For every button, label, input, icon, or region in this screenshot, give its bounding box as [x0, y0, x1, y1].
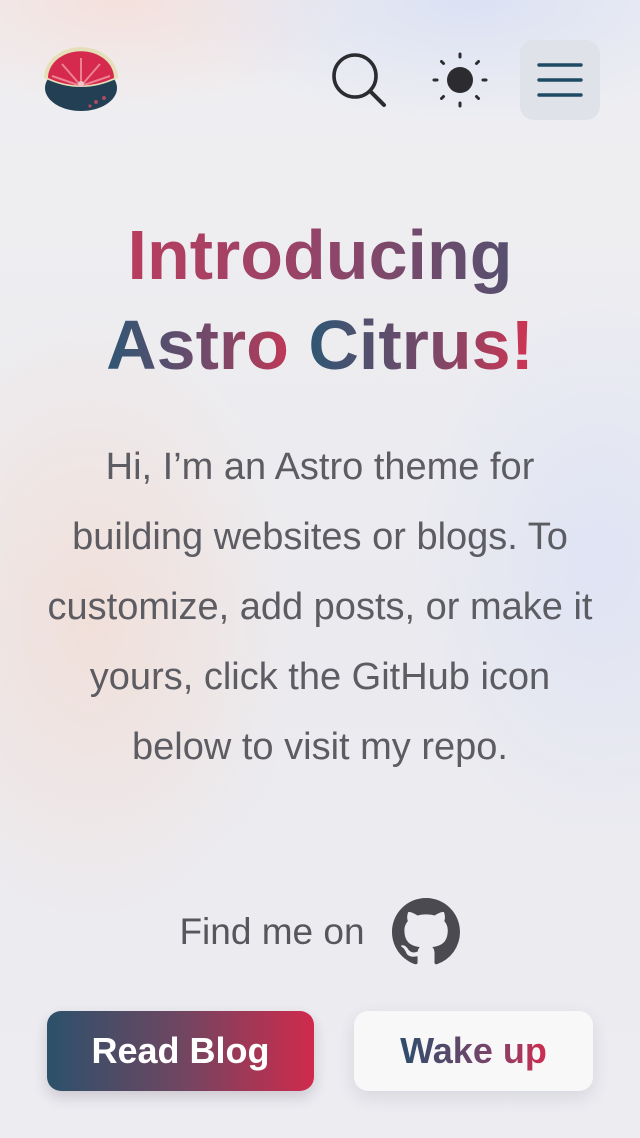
hero-title-part-2: Citrus! — [308, 306, 534, 384]
menu-button[interactable] — [520, 40, 600, 120]
github-link[interactable] — [391, 897, 461, 967]
hamburger-menu-icon — [537, 63, 583, 97]
sun-icon — [432, 52, 488, 108]
read-blog-label: Read Blog — [91, 1030, 270, 1071]
social-row: Find me on — [0, 896, 640, 968]
hero-title-line-2: Astro Citrus! — [0, 300, 640, 390]
site-logo[interactable] — [40, 44, 124, 116]
read-blog-button[interactable]: Read Blog — [47, 1011, 314, 1091]
find-me-label: Find me on — [179, 911, 365, 952]
search-button[interactable] — [328, 50, 390, 110]
theme-toggle-button[interactable] — [430, 50, 490, 110]
hero-intro-text: Hi, I’m an Astro theme for building webs… — [47, 446, 593, 768]
hero-title-line-1: Introducing — [0, 210, 640, 300]
hero-title: Introducing Astro Citrus! — [0, 210, 640, 390]
search-icon — [332, 53, 386, 107]
wake-up-button[interactable]: Wake up — [354, 1011, 593, 1091]
wake-up-label: Wake up — [400, 1030, 547, 1071]
grapefruit-slice-icon — [44, 47, 118, 111]
hero-title-part-1: Astro — [106, 306, 309, 384]
github-icon — [391, 898, 460, 965]
